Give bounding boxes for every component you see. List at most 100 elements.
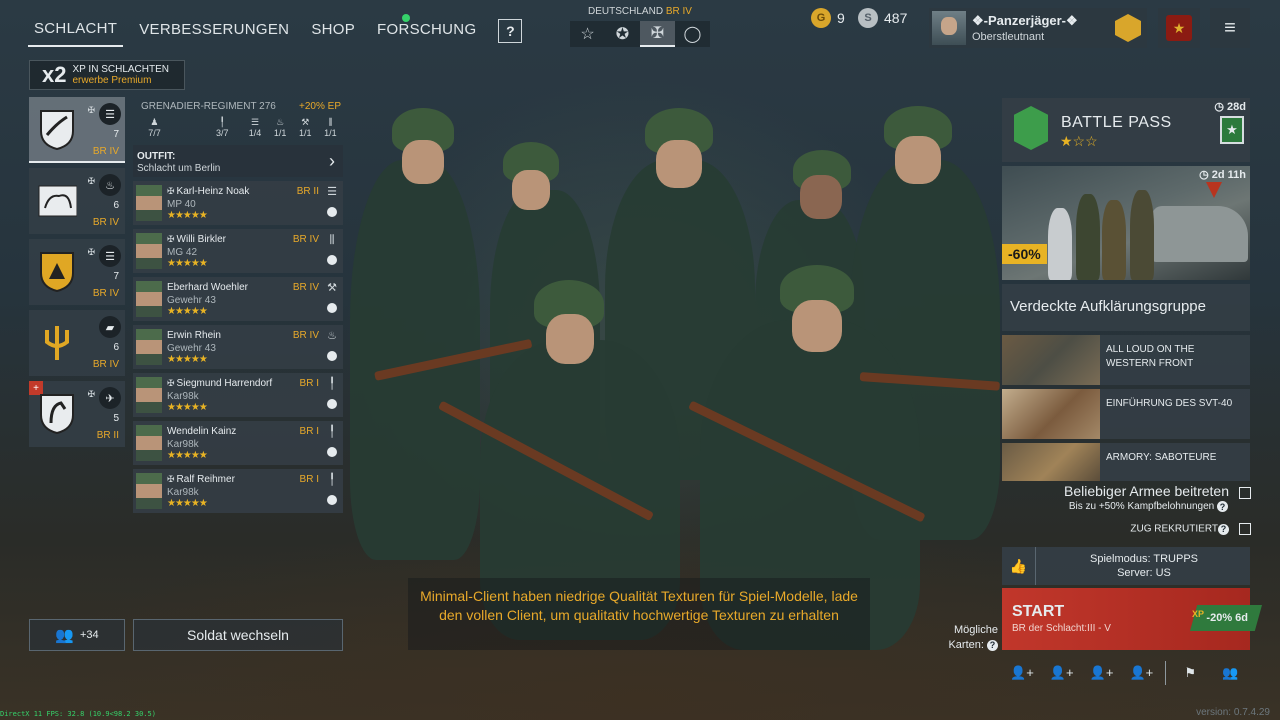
soldier-row[interactable]: ✠ Ralf Reihmer Kar98k ★★★★★ BR I ╿ — [133, 469, 343, 513]
group-icon: 👥 — [55, 627, 74, 644]
friends-button[interactable]: 👥 +34 — [29, 619, 125, 651]
start-button[interactable]: START BR der Schlacht:III - V -20% 6d XP — [1002, 588, 1262, 650]
soldier-weapon: Kar98k — [167, 391, 199, 402]
soldier-stars: ★★★★★ — [167, 258, 208, 269]
add-player-icon[interactable]: 👤+ — [1082, 665, 1122, 681]
soldier-figure — [1102, 200, 1126, 280]
news-item[interactable]: ARMORY: SABOTEURE — [1002, 443, 1250, 481]
soldier-row[interactable]: Wendelin Kainz Kar98k ★★★★★ BR I ╿ — [133, 421, 343, 465]
promo-banner[interactable]: ◷ 2d 11h -60% — [1002, 166, 1250, 280]
soldier-row[interactable]: Eberhard Woehler Gewehr 43 ★★★★★ BR IV ⚒ — [133, 277, 343, 321]
silver-coin-icon: S — [858, 8, 878, 28]
help-icon[interactable]: ? — [1217, 501, 1228, 512]
group-icon[interactable]: 👥 — [1210, 665, 1250, 681]
squad-recruited-option[interactable]: ZUG REKRUTIERT? — [1130, 523, 1251, 535]
squad-card[interactable]: ✠ ♨ 6 BR IV — [29, 168, 125, 234]
join-any-checkbox[interactable] — [1239, 486, 1251, 499]
soldier-row[interactable]: ✠ Willi Birkler MG 42 ★★★★★ BR IV ⫼ — [133, 229, 343, 273]
add-player-icon[interactable]: 👤+ — [1042, 665, 1082, 681]
player-profile[interactable]: ❖-Panzerjäger-❖ Oberstleutnant — [929, 8, 1147, 48]
nation-br: BR IV — [665, 6, 692, 17]
squad-card[interactable]: ▰ 6 BR IV — [29, 310, 125, 376]
possible-maps[interactable]: Mögliche Karten: ? — [940, 623, 998, 653]
help-icon[interactable]: ? — [1218, 523, 1229, 535]
battle-pass-title: BATTLE PASS — [1061, 114, 1172, 131]
nation-selector: DEUTSCHLAND BR IV ☆ ✪ ✠ ◯ — [570, 6, 710, 47]
soldier-portrait — [136, 185, 162, 221]
news-item[interactable]: ALL LOUD ON THE WESTERN FRONT — [1002, 335, 1250, 385]
soldier-br: BR IV — [292, 282, 319, 293]
outfit-selector[interactable]: OUTFIT: Schlacht um Berlin › — [133, 145, 343, 177]
reward-star-icon[interactable]: ★ — [1220, 116, 1244, 144]
help-icon[interactable]: ? — [987, 639, 998, 651]
squad-br: BR IV — [92, 217, 119, 228]
slot-stat[interactable]: ⚒ 1/1 — [293, 117, 318, 138]
premium-xp-banner[interactable]: x2 XP IN SCHLACHTEN erwerbe Premium — [29, 60, 185, 90]
tab-upgrades[interactable]: VERBESSERUNGEN — [133, 15, 295, 46]
soldier-br: BR I — [299, 474, 319, 485]
soldier-name: Ralf Reihmer — [176, 474, 235, 485]
promo-squad-title[interactable]: Verdeckte Aufklärungsgruppe — [1002, 284, 1250, 331]
game-mode-bar[interactable]: 👍 Spielmodus: TRUPPS Server: US — [1002, 547, 1250, 585]
slot-stat[interactable]: ⫼ 1/1 — [318, 117, 343, 138]
circle-icon[interactable]: ◯ — [675, 21, 710, 47]
friends-count: +34 — [80, 629, 99, 641]
slot-stat[interactable]: ♟ 7/7 — [139, 117, 170, 138]
squad-card[interactable]: + ✠ ✈ 5 BR II — [29, 381, 125, 447]
perk-icon — [327, 495, 337, 505]
slot-stat[interactable]: ☰ 1/4 — [243, 117, 268, 138]
tab-battle[interactable]: SCHLACHT — [28, 14, 124, 47]
recruit-checkbox[interactable] — [1239, 523, 1251, 535]
gold-shield-emblem-icon — [40, 252, 74, 293]
gold-currency[interactable]: G 9 — [811, 8, 845, 28]
slot-stat[interactable]: ╿ 3/7 — [202, 117, 243, 138]
squad-slot-stats: ♟ 7/7 ╿ 3/7 ☰ 1/4 ♨ 1/1 ⚒ 1/1 ⫼ 1/1 — [139, 117, 343, 138]
flag-icon[interactable]: ⚑ — [1170, 665, 1210, 681]
thumbs-up-icon[interactable]: 👍 — [1002, 547, 1036, 585]
perk-icon — [327, 303, 337, 313]
maps-line1: Mögliche — [953, 624, 998, 636]
medal-button[interactable]: ★ — [1158, 8, 1200, 48]
perk-icon — [327, 255, 337, 265]
menu-button[interactable]: ≡ — [1210, 8, 1250, 48]
soldier-row[interactable]: Erwin Rhein Gewehr 43 ★★★★★ BR IV ♨ — [133, 325, 343, 369]
soldier-name: Siegmund Harrendorf — [176, 378, 273, 389]
add-player-icon[interactable]: 👤+ — [1002, 665, 1042, 681]
soldier-name: Willi Birkler — [176, 234, 226, 245]
squad-card[interactable]: ✠ ☰ 7 BR IV — [29, 239, 125, 305]
recruit-label: ZUG REKRUTIERT — [1130, 523, 1218, 535]
soldier-row[interactable]: ✠ Siegmund Harrendorf Kar98k ★★★★★ BR I ╿ — [133, 373, 343, 417]
switch-soldier-button[interactable]: Soldat wechseln — [133, 619, 343, 651]
star-circle-icon[interactable]: ✪ — [605, 21, 640, 47]
lion-emblem-icon — [38, 185, 77, 217]
tab-research[interactable]: FORSCHUNG — [371, 15, 482, 46]
squad-br: BR IV — [92, 288, 119, 299]
join-any-army-option[interactable]: Beliebiger Armee beitreten — [1064, 483, 1251, 499]
tab-shop[interactable]: SHOP — [305, 15, 361, 46]
nation-name: DEUTSCHLAND — [588, 6, 664, 17]
silver-currency[interactable]: S 487 — [858, 8, 907, 28]
iron-cross-icon[interactable]: ✠ — [640, 21, 675, 47]
perk-icon — [327, 207, 337, 217]
star-outline-icon[interactable]: ☆ — [570, 21, 605, 47]
battle-pass-card[interactable]: BATTLE PASS ★☆☆ ◷ 28d ★ — [1002, 98, 1250, 162]
soldier-row[interactable]: ✠ Karl-Heinz Noak MP 40 ★★★★★ BR II ☰ — [133, 181, 343, 225]
vehicle-image — [1152, 206, 1248, 262]
soldier-name: Karl-Heinz Noak — [176, 186, 250, 197]
squad-card[interactable]: ✠ ☰ 7 BR IV — [29, 97, 125, 163]
tank-icon: ▰ — [99, 316, 121, 338]
discount-badge: -60% — [1002, 244, 1047, 264]
add-player-icon[interactable]: 👤+ — [1121, 665, 1161, 681]
xp-multiplier: x2 — [42, 62, 67, 87]
iron-cross-flag-icon: ✠ — [87, 176, 95, 186]
assault-icon: ☰ — [99, 245, 121, 267]
rank-chevron-icon — [1115, 14, 1141, 42]
gold-coin-icon: G — [811, 8, 831, 28]
xp-banner-title: XP IN SCHLACHTEN — [72, 64, 169, 75]
xp-banner-link[interactable]: erwerbe Premium — [72, 75, 169, 86]
news-item[interactable]: EINFÜHRUNG DES SVT-40 — [1002, 389, 1250, 439]
help-button[interactable]: ? — [498, 18, 523, 43]
slot-stat[interactable]: ♨ 1/1 — [268, 117, 293, 138]
notification-dot-icon — [402, 14, 410, 22]
iron-cross-flag-icon: ✠ — [167, 378, 175, 388]
